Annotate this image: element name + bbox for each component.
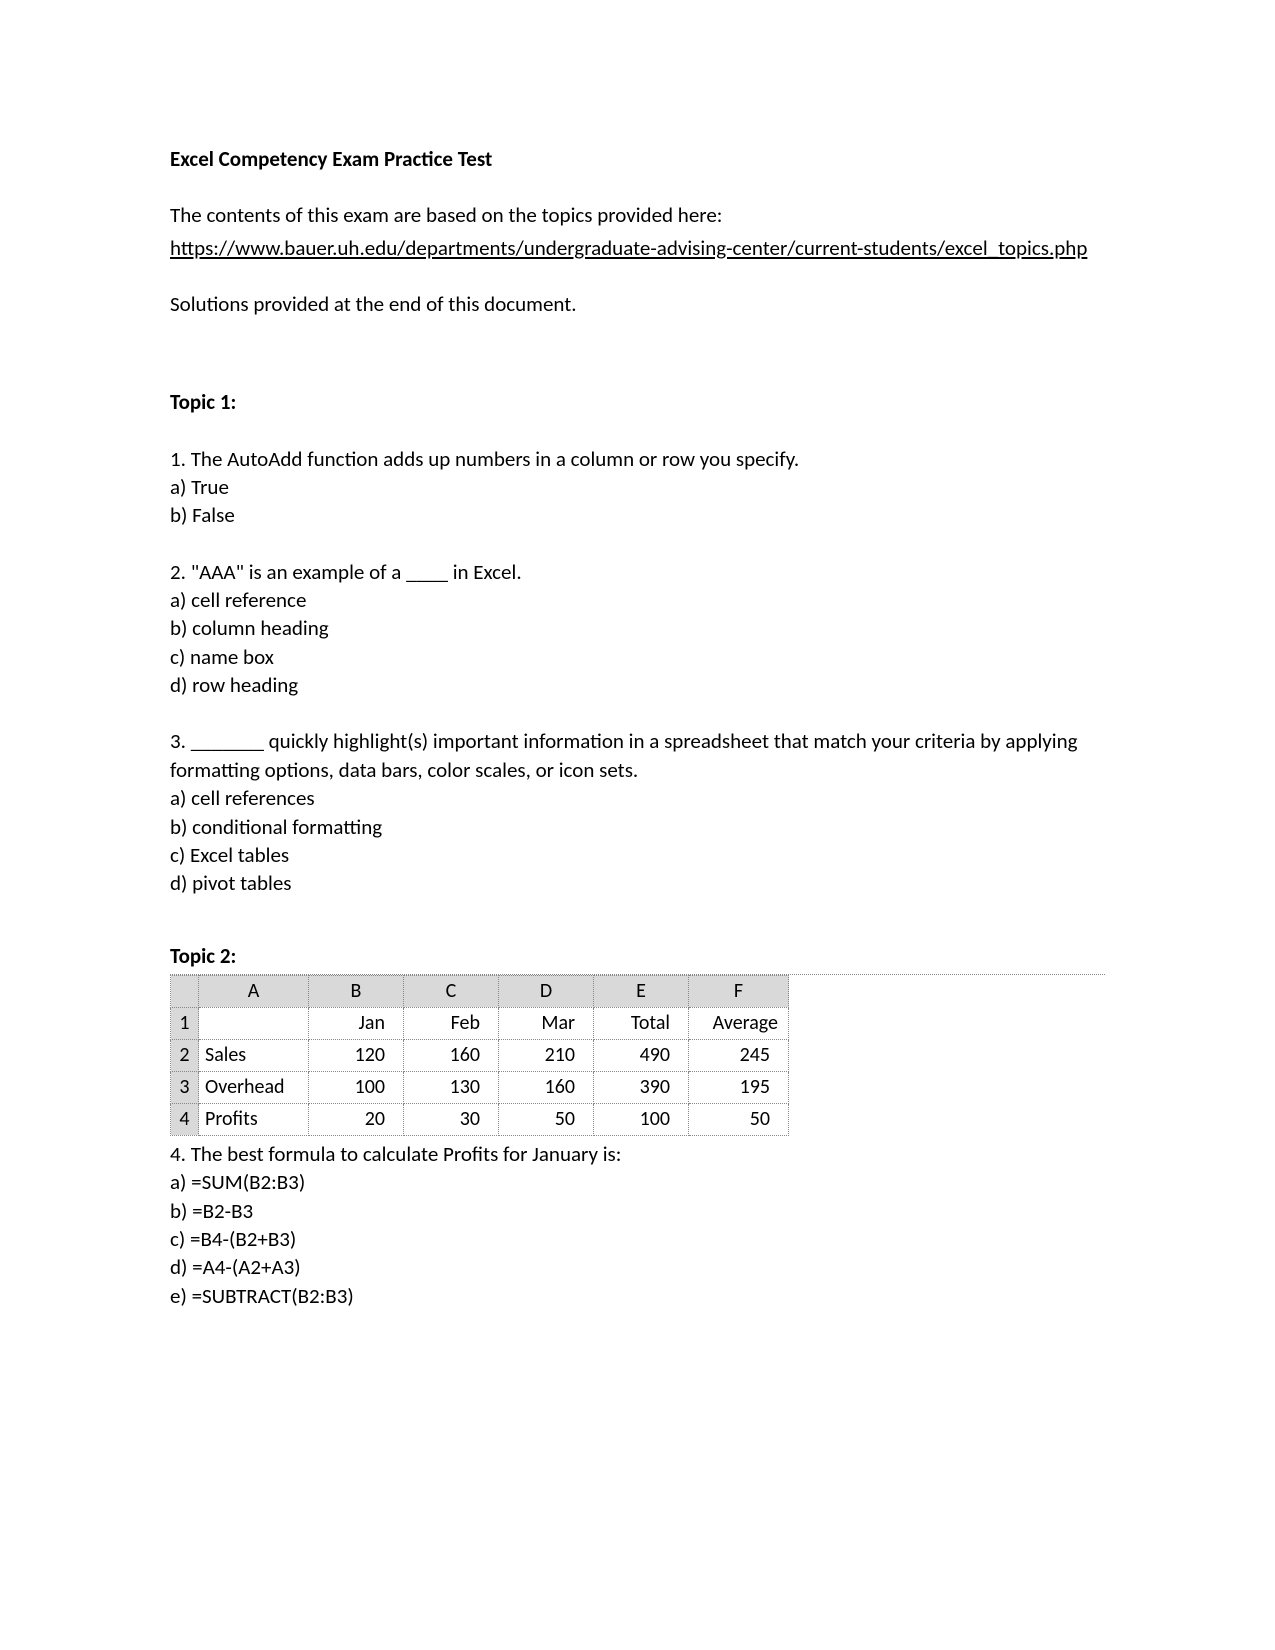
topic-1-heading: Topic 1: (170, 388, 1105, 416)
option-b: b) conditional formatting (170, 813, 1105, 841)
cell: 50 (689, 1103, 789, 1135)
cell: Total (594, 1007, 689, 1039)
col-header: C (404, 975, 499, 1007)
option-d: d) =A4-(A2+A3) (170, 1253, 1105, 1281)
col-header: B (309, 975, 404, 1007)
option-a: a) =SUM(B2:B3) (170, 1168, 1105, 1196)
solutions-note: Solutions provided at the end of this do… (170, 290, 1105, 318)
cell: Mar (499, 1007, 594, 1039)
option-c: c) name box (170, 643, 1105, 671)
cell: 30 (404, 1103, 499, 1135)
option-a: a) True (170, 473, 1105, 501)
cell: 50 (499, 1103, 594, 1135)
excel-table: A B C D E F 1 Jan Feb Mar Total Average … (170, 975, 1105, 1136)
row-number: 3 (171, 1071, 199, 1103)
option-b: b) column heading (170, 614, 1105, 642)
document-title: Excel Competency Exam Practice Test (170, 145, 1105, 173)
cell: Jan (309, 1007, 404, 1039)
question-3: 3. _______ quickly highlight(s) importan… (170, 727, 1105, 897)
option-d: d) pivot tables (170, 869, 1105, 897)
row-number: 2 (171, 1039, 199, 1071)
option-c: c) =B4-(B2+B3) (170, 1225, 1105, 1253)
topics-link[interactable]: https://www.bauer.uh.edu/departments/und… (170, 235, 1087, 261)
cell: Profits (199, 1103, 309, 1135)
cell: 20 (309, 1103, 404, 1135)
cell: 245 (689, 1039, 789, 1071)
cell: Average (689, 1007, 789, 1039)
question-text: 4. The best formula to calculate Profits… (170, 1140, 1105, 1168)
question-text: 2. "AAA" is an example of a ____ in Exce… (170, 558, 1105, 586)
col-header: F (689, 975, 789, 1007)
option-b: b) =B2-B3 (170, 1197, 1105, 1225)
question-1: 1. The AutoAdd function adds up numbers … (170, 445, 1105, 530)
cell: 100 (594, 1103, 689, 1135)
option-e: e) =SUBTRACT(B2:B3) (170, 1282, 1105, 1310)
cell: 160 (404, 1039, 499, 1071)
option-a: a) cell references (170, 784, 1105, 812)
col-header: D (499, 975, 594, 1007)
row-number: 4 (171, 1103, 199, 1135)
topic-2-heading: Topic 2: (170, 942, 1105, 975)
cell (199, 1007, 309, 1039)
cell: 210 (499, 1039, 594, 1071)
cell: Overhead (199, 1071, 309, 1103)
cell: 195 (689, 1071, 789, 1103)
question-2: 2. "AAA" is an example of a ____ in Exce… (170, 558, 1105, 700)
table-row: 4 Profits 20 30 50 100 50 (171, 1103, 789, 1135)
question-text: 3. _______ quickly highlight(s) importan… (170, 727, 1105, 784)
intro-text: The contents of this exam are based on t… (170, 201, 1105, 229)
question-4: 4. The best formula to calculate Profits… (170, 1140, 1105, 1310)
option-d: d) row heading (170, 671, 1105, 699)
question-text: 1. The AutoAdd function adds up numbers … (170, 445, 1105, 473)
cell: 390 (594, 1071, 689, 1103)
table-row: 3 Overhead 100 130 160 390 195 (171, 1071, 789, 1103)
table-row: 1 Jan Feb Mar Total Average (171, 1007, 789, 1039)
col-header: E (594, 975, 689, 1007)
cell: Feb (404, 1007, 499, 1039)
cell: Sales (199, 1039, 309, 1071)
cell: 160 (499, 1071, 594, 1103)
option-b: b) False (170, 501, 1105, 529)
option-c: c) Excel tables (170, 841, 1105, 869)
option-a: a) cell reference (170, 586, 1105, 614)
row-number: 1 (171, 1007, 199, 1039)
cell: 490 (594, 1039, 689, 1071)
col-header: A (199, 975, 309, 1007)
cell: 120 (309, 1039, 404, 1071)
header-corner (171, 975, 199, 1007)
table-row: 2 Sales 120 160 210 490 245 (171, 1039, 789, 1071)
cell: 130 (404, 1071, 499, 1103)
cell: 100 (309, 1071, 404, 1103)
